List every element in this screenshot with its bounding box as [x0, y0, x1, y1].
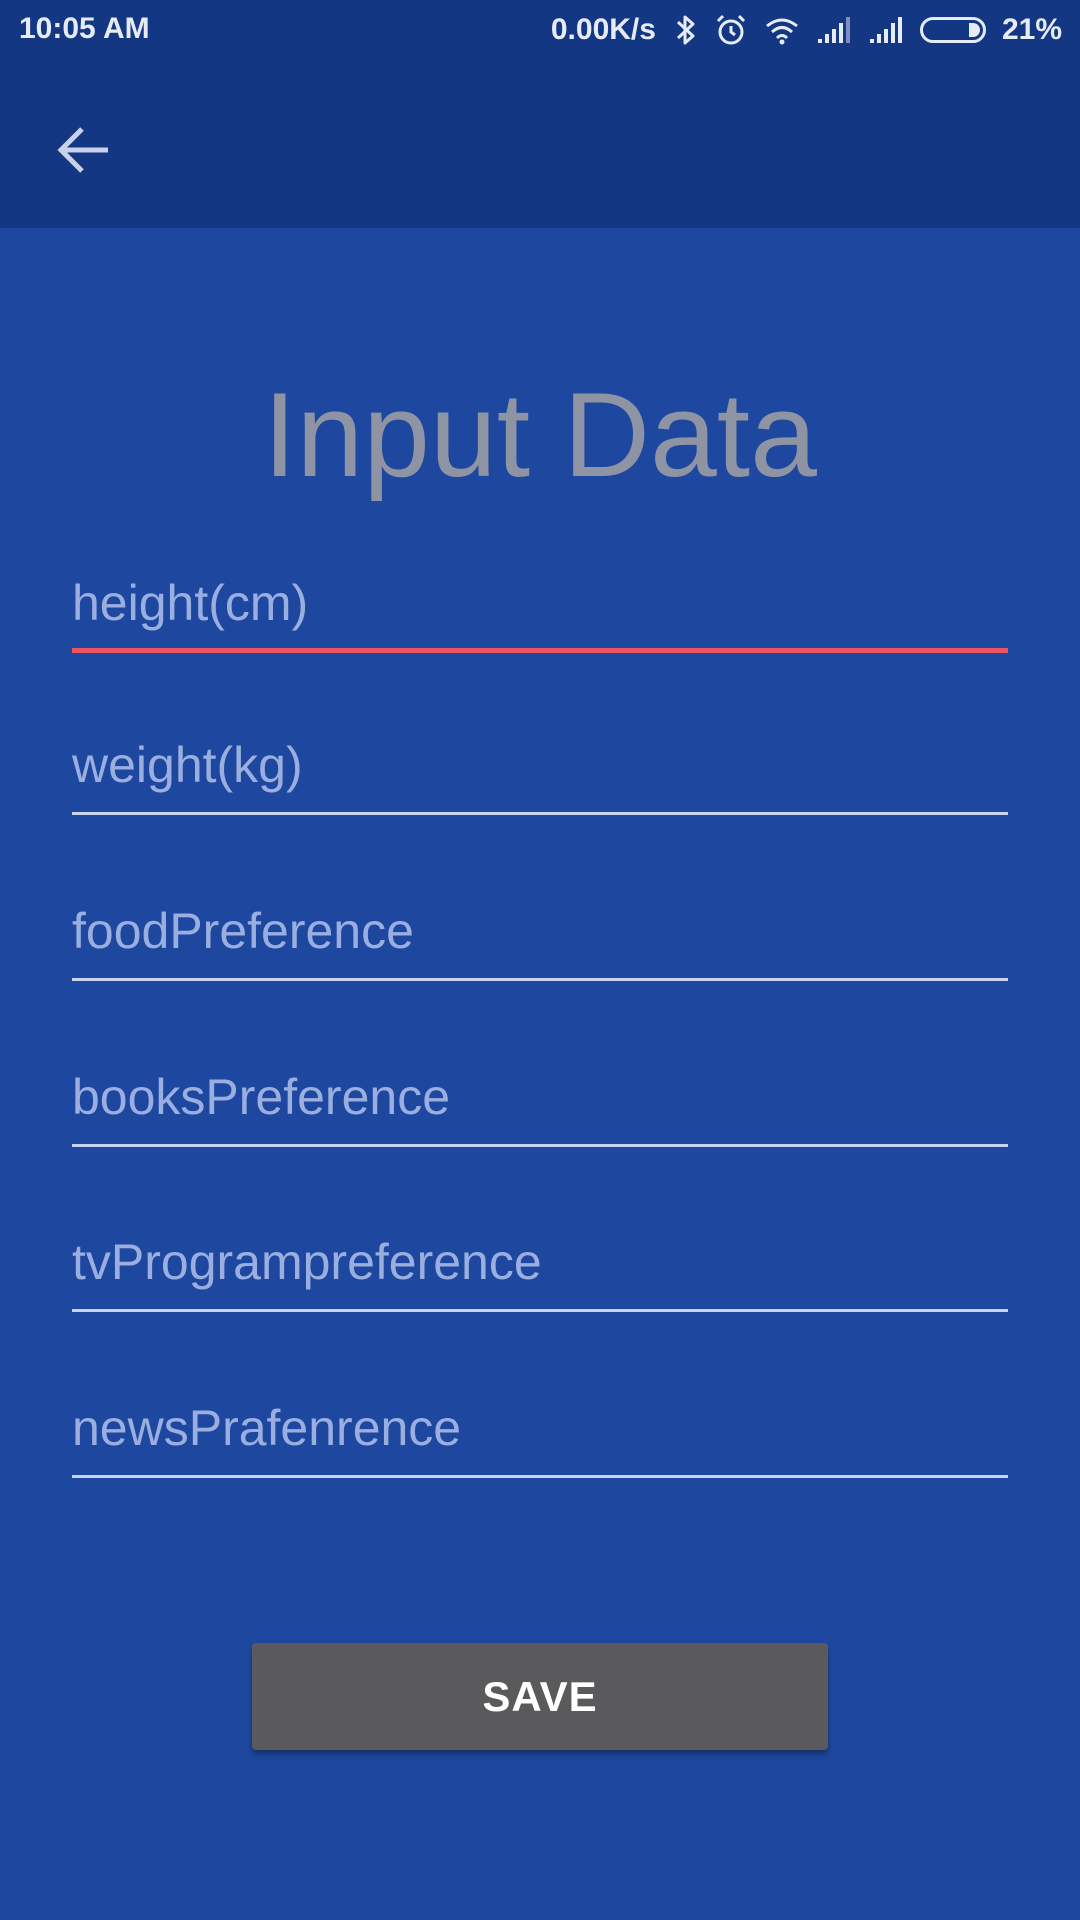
news-preference-field[interactable]	[72, 1388, 1008, 1478]
height-input[interactable]	[72, 563, 1008, 643]
field-underline	[72, 1309, 1008, 1312]
news-preference-input[interactable]	[72, 1388, 1008, 1468]
field-underline	[72, 1144, 1008, 1147]
status-bar: 10:05 AM 0.00K/s 21%	[0, 0, 1080, 60]
field-underline	[72, 1475, 1008, 1478]
height-field[interactable]	[72, 563, 1008, 653]
alarm-icon	[714, 13, 748, 47]
page-title: Input Data	[263, 368, 817, 502]
app-bar	[0, 60, 1080, 228]
battery-level	[968, 23, 980, 37]
food-preference-input[interactable]	[72, 891, 1008, 971]
tv-program-preference-field[interactable]	[72, 1222, 1008, 1312]
status-time: 10:05 AM	[19, 12, 150, 45]
tv-program-preference-input[interactable]	[72, 1222, 1008, 1302]
save-button[interactable]: SAVE	[252, 1643, 828, 1750]
wifi-icon	[764, 15, 800, 45]
signal-icon	[868, 15, 904, 45]
bluetooth-icon	[674, 13, 698, 47]
field-underline	[72, 648, 1008, 653]
battery-percent: 21%	[1001, 13, 1062, 46]
weight-input[interactable]	[72, 725, 1008, 805]
network-speed: 0.00K/s	[550, 13, 656, 46]
food-preference-field[interactable]	[72, 891, 1008, 981]
back-button[interactable]	[44, 112, 124, 192]
field-underline	[72, 978, 1008, 981]
books-preference-input[interactable]	[72, 1057, 1008, 1137]
field-underline	[72, 812, 1008, 815]
weight-field[interactable]	[72, 725, 1008, 815]
battery-icon	[919, 17, 986, 43]
signal-icon	[816, 15, 852, 45]
arrow-left-icon	[56, 125, 112, 180]
books-preference-field[interactable]	[72, 1057, 1008, 1147]
status-icons: 0.00K/s 21%	[551, 10, 1062, 50]
